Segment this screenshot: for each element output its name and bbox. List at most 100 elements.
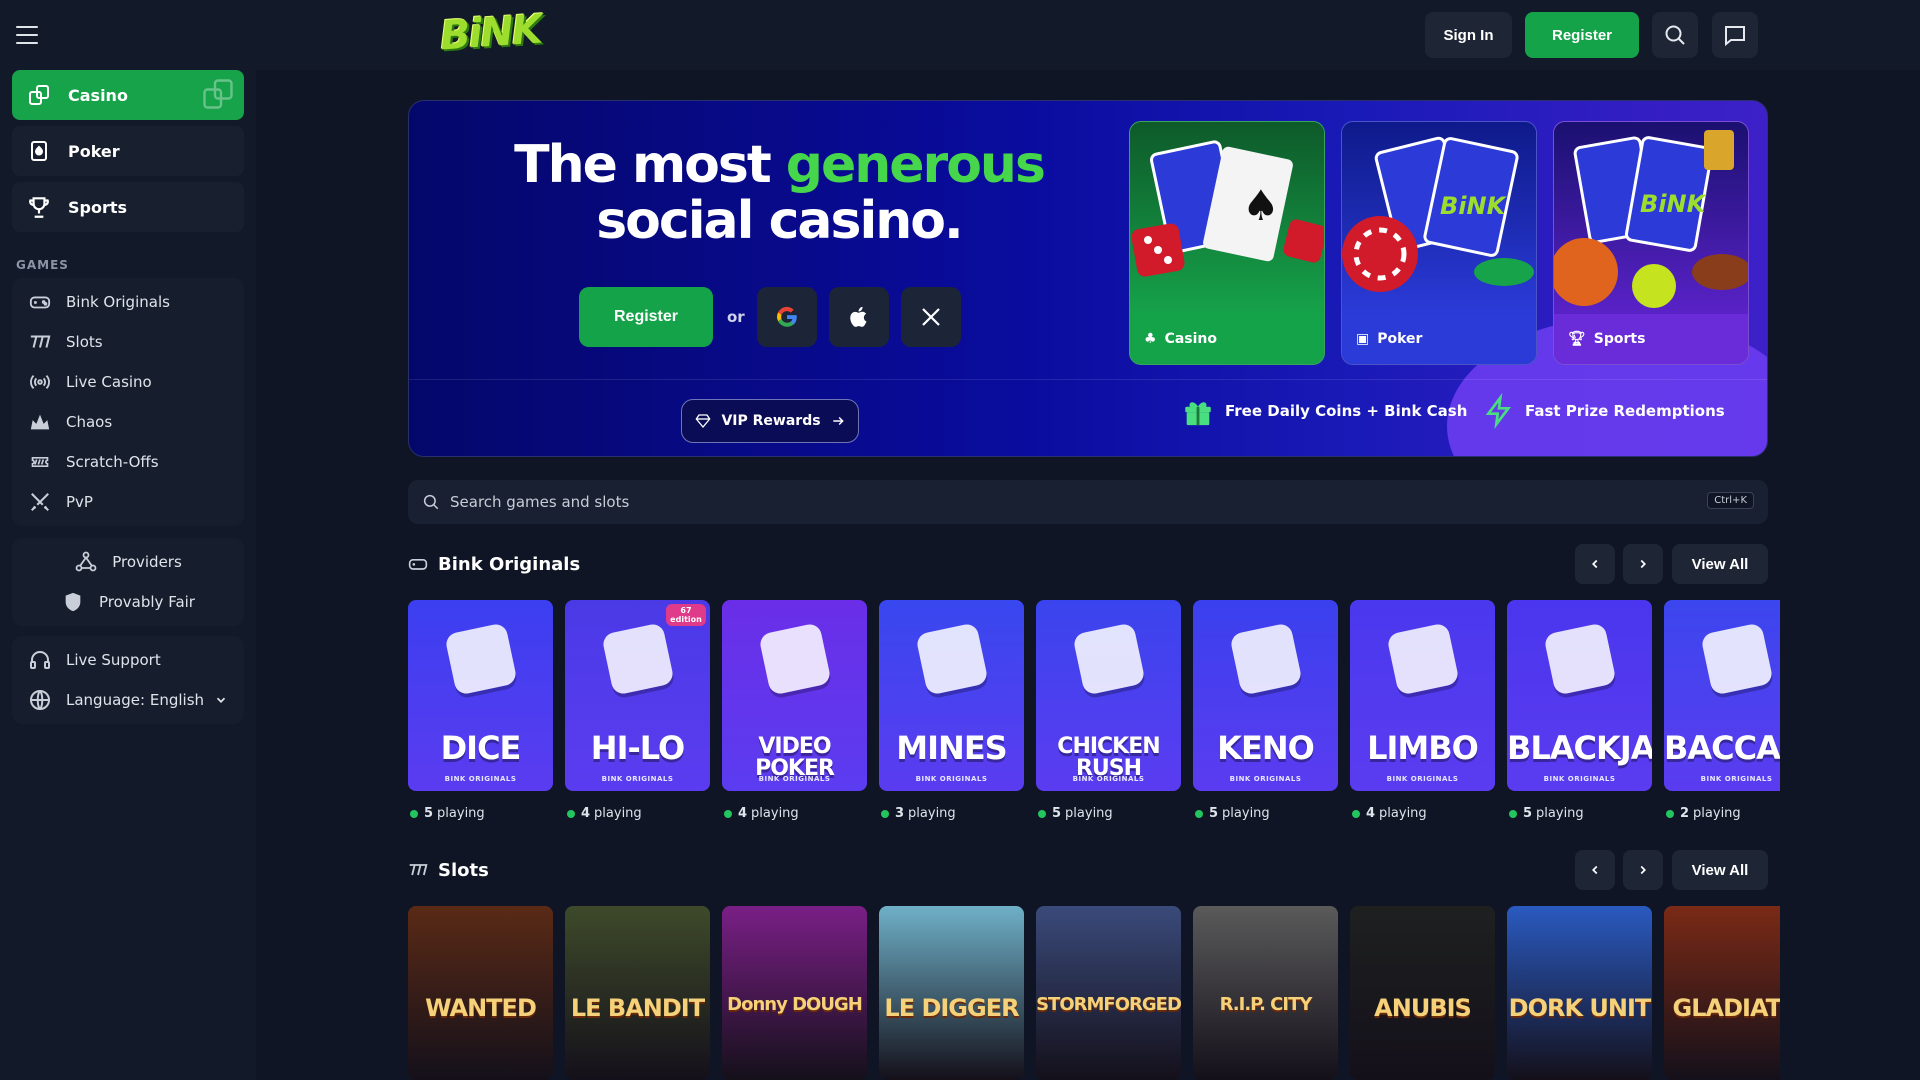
sidebar-item-sports[interactable]: Sports <box>12 182 244 232</box>
originals-prev-button[interactable] <box>1575 544 1615 584</box>
slots-heading: Slots <box>408 850 489 890</box>
sidebar-item-slots[interactable]: Slots <box>12 322 244 362</box>
playing-label: playing <box>908 806 956 821</box>
search-button[interactable] <box>1652 12 1698 58</box>
sidebar-item-chaos[interactable]: Chaos <box>12 402 244 442</box>
game-art <box>444 622 518 696</box>
playing-label: playing <box>594 806 642 821</box>
sidebar-item-provably-fair[interactable]: Provably Fair <box>12 582 244 622</box>
language-selector[interactable]: Language: English <box>12 680 244 720</box>
gift-icon <box>1185 402 1211 426</box>
gamepad-icon <box>408 559 428 570</box>
sidebar-item-label: Sports <box>68 197 128 217</box>
players-number: 5 <box>1052 806 1062 821</box>
slots-view-all-button[interactable]: View All <box>1672 850 1768 890</box>
support-group: Live Support Language: English <box>12 636 244 724</box>
players-count: 4 playing <box>1352 806 1427 821</box>
x-login-button[interactable] <box>901 287 961 347</box>
game-subtitle: BINK ORIGINALS <box>1700 775 1773 783</box>
game-art <box>758 622 832 696</box>
originals-view-all-button[interactable]: View All <box>1672 544 1768 584</box>
online-dot <box>410 809 418 818</box>
vip-rewards-button[interactable]: VIP Rewards <box>681 399 859 443</box>
chevron-left-icon <box>1592 559 1598 569</box>
game-tile[interactable]: HI-LO 67 edition BINK ORIGINALS <box>565 600 710 791</box>
slot-tile[interactable]: LE DIGGER <box>879 906 1024 1080</box>
sidebar-item-label: Live Support <box>66 651 161 669</box>
game-art <box>1543 622 1617 696</box>
slot-tile[interactable]: GLADIATO <box>1664 906 1780 1080</box>
perk-fast-redemptions-label: Fast Prize Redemptions <box>1525 402 1725 420</box>
poker-chip-cards-art: BiNK <box>1342 136 1534 292</box>
game-title: BLACKJACK <box>1507 729 1652 767</box>
cards-dice-art: ♠ <box>1131 140 1324 277</box>
slot-title: LE BANDIT <box>570 994 705 1022</box>
sidebar-item-live-support[interactable]: Live Support <box>12 640 244 680</box>
search-icon <box>423 494 439 510</box>
sidebar-item-providers[interactable]: Providers <box>12 542 244 582</box>
register-button[interactable]: Register <box>1525 12 1639 58</box>
game-art <box>915 622 989 696</box>
shortcut-hint: Ctrl+K <box>1707 492 1754 509</box>
globe-icon <box>28 688 52 712</box>
trophy-icon <box>26 194 52 220</box>
bink-logo[interactable]: BiNK <box>439 7 543 60</box>
players-count: 2 playing <box>1666 806 1741 821</box>
or-label: or <box>727 308 745 326</box>
players-number: 3 <box>895 806 905 821</box>
slot-title: DORK UNIT <box>1508 994 1652 1022</box>
game-art <box>1386 622 1460 696</box>
game-tile[interactable]: DICE BINK ORIGINALS <box>408 600 553 791</box>
chat-button[interactable] <box>1712 12 1758 58</box>
game-search[interactable]: Ctrl+K <box>408 480 1768 524</box>
slot-tile[interactable]: R.I.P. CITY <box>1193 906 1338 1080</box>
hero-card-poker-footer: ▣ Poker <box>1342 314 1536 364</box>
slot-tile[interactable]: LE BANDIT <box>565 906 710 1080</box>
sidebar-item-live-casino[interactable]: Live Casino <box>12 362 244 402</box>
search-input[interactable] <box>450 493 1650 511</box>
sidebar-item-scratch-offs[interactable]: Scratch-Offs <box>12 442 244 482</box>
game-art <box>601 622 675 696</box>
slot-tile[interactable]: WANTED <box>408 906 553 1080</box>
game-subtitle: BINK ORIGINALS <box>1543 775 1616 783</box>
slots-next-button[interactable] <box>1623 850 1663 890</box>
svg-text:BiNK: BiNK <box>1440 192 1508 220</box>
game-tile[interactable]: LIMBO BINK ORIGINALS <box>1350 600 1495 791</box>
sidebar-item-pvp[interactable]: PvP <box>12 482 244 522</box>
game-tile[interactable]: MINES BINK ORIGINALS <box>879 600 1024 791</box>
poker-chip-icon: ▣ <box>1356 331 1370 347</box>
sidebar-item-label: Scratch-Offs <box>66 453 159 471</box>
sidebar-item-poker[interactable]: Poker <box>12 126 244 176</box>
hero-card-casino[interactable]: ♠ ♣ Casino <box>1129 121 1325 365</box>
players-count: 4 playing <box>567 806 642 821</box>
sign-in-button[interactable]: Sign In <box>1425 12 1512 58</box>
playing-label: playing <box>1379 806 1427 821</box>
game-tile[interactable]: BLACKJACK BINK ORIGINALS <box>1507 600 1652 791</box>
perk-daily-coins-label: Free Daily Coins + Bink Cash <box>1225 402 1468 420</box>
players-number: 4 <box>1366 806 1376 821</box>
search-icon <box>1665 25 1685 45</box>
slot-tile[interactable]: ANUBIS <box>1350 906 1495 1080</box>
slot-tile[interactable]: DORK UNIT <box>1507 906 1652 1080</box>
hero-card-sports[interactable]: BiNK 🏆︎ Sports <box>1553 121 1749 365</box>
hero-card-poker[interactable]: BiNK ▣ Poker <box>1341 121 1537 365</box>
edition-badge: 67 edition <box>666 604 706 626</box>
sidebar-item-casino[interactable]: Casino <box>12 70 244 120</box>
google-login-button[interactable] <box>757 287 817 347</box>
apple-login-button[interactable] <box>829 287 889 347</box>
hero-register-button[interactable]: Register <box>579 287 713 347</box>
slot-tile[interactable]: STORMFORGED <box>1036 906 1181 1080</box>
slots-prev-button[interactable] <box>1575 850 1615 890</box>
sidebar-item-bink-originals[interactable]: Bink Originals <box>12 282 244 322</box>
game-tile[interactable]: CHICKEN RUSH BINK ORIGINALS <box>1036 600 1181 791</box>
diamond-icon <box>695 414 711 429</box>
menu-icon[interactable] <box>16 26 38 44</box>
game-tile[interactable]: BACCARA BINK ORIGINALS <box>1664 600 1780 791</box>
game-tile[interactable]: VIDEO POKER BINK ORIGINALS <box>722 600 867 791</box>
game-tile[interactable]: KENO BINK ORIGINALS <box>1193 600 1338 791</box>
chevron-right-icon <box>1640 559 1646 569</box>
hero-card-casino-footer: ♣ Casino <box>1130 314 1324 364</box>
originals-next-button[interactable] <box>1623 544 1663 584</box>
slot-title: GLADIATO <box>1672 994 1780 1022</box>
slot-tile[interactable]: Donny DOUGH <box>722 906 867 1080</box>
